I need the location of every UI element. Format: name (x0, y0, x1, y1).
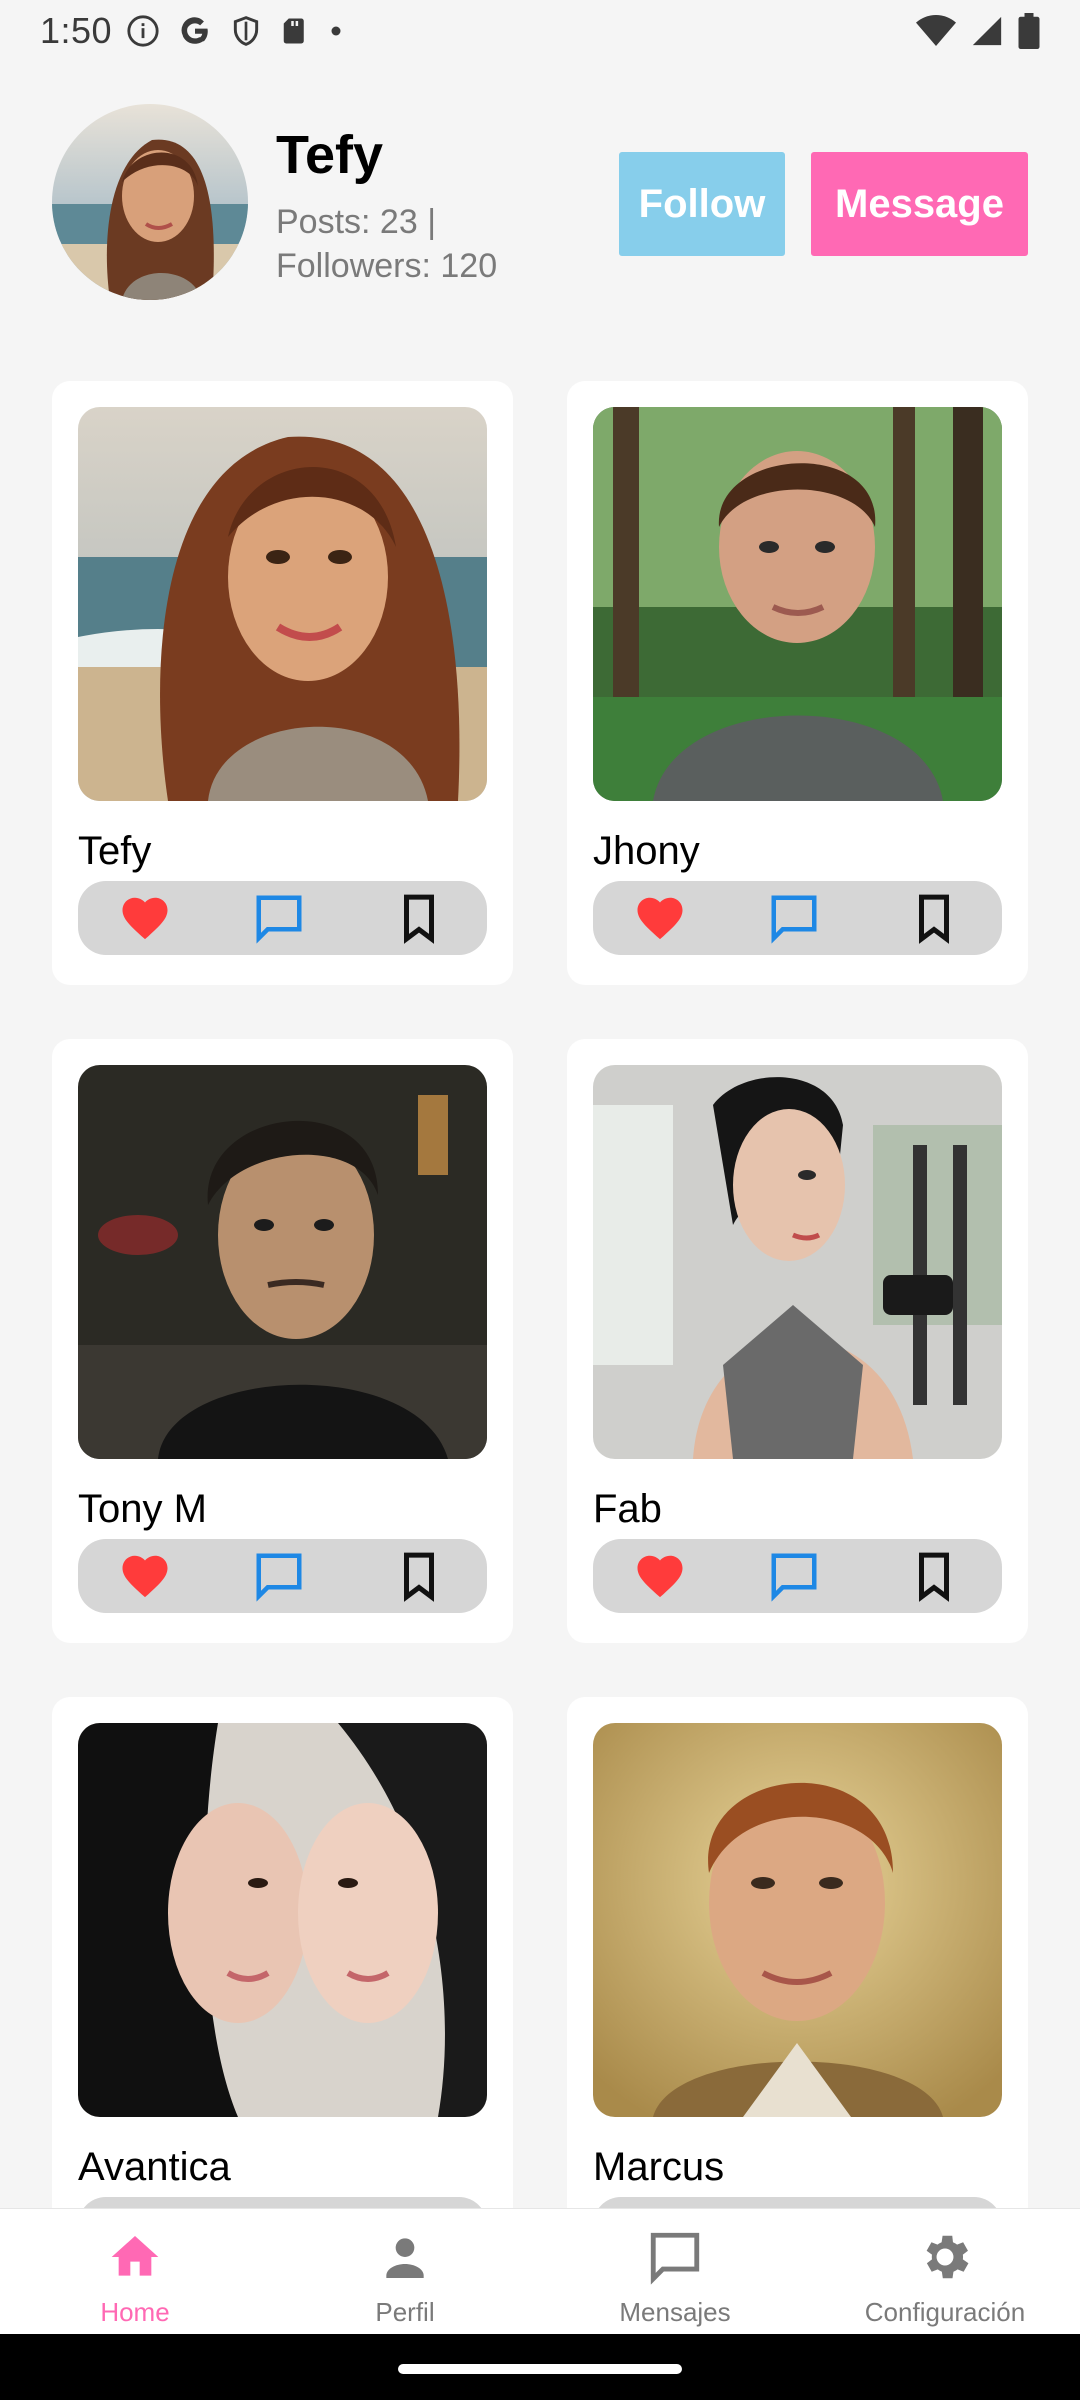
post-card[interactable]: Fab (567, 1039, 1028, 1643)
follow-button[interactable]: Follow (619, 152, 785, 256)
post-author-name: Fab (593, 1487, 662, 1531)
post-photo[interactable] (593, 407, 1002, 801)
heart-icon (637, 1555, 683, 1598)
post-photo[interactable] (78, 1723, 487, 2117)
message-button[interactable]: Message (811, 152, 1028, 256)
comment-button[interactable] (252, 1549, 306, 1603)
comment-button[interactable] (252, 891, 306, 945)
heart-icon (122, 1555, 168, 1598)
chat-icon (650, 2232, 700, 2285)
info-icon (127, 15, 159, 47)
comment-button[interactable] (767, 1549, 821, 1603)
nav-label-configuracion: Configuración (864, 2297, 1026, 2327)
shield-icon (233, 16, 259, 46)
system-gesture-bar (0, 2334, 1080, 2400)
nav-label-perfil: Perfil (375, 2297, 435, 2327)
post-card[interactable]: Tony M (52, 1039, 513, 1643)
home-icon (111, 2236, 159, 2276)
profile-header: Tefy Posts: 23 | Followers: 120 Follow M… (52, 104, 1028, 304)
post-author-name: Tony M (78, 1487, 207, 1531)
bookmark-icon (919, 894, 949, 944)
signal-icon (972, 16, 1002, 46)
google-icon (181, 17, 208, 44)
post-actions-bar (593, 1539, 1002, 1613)
nav-item-home[interactable]: Home (0, 2209, 270, 2334)
bookmark-icon (919, 1552, 949, 1602)
post-photo[interactable] (593, 1065, 1002, 1459)
like-button[interactable] (118, 891, 172, 945)
bookmark-button[interactable] (392, 891, 446, 945)
status-icons-right (916, 13, 1040, 49)
home-indicator[interactable] (398, 2364, 682, 2374)
status-time: 1:50 (40, 10, 113, 51)
like-button[interactable] (633, 1549, 687, 1603)
nav-label-mensajes: Mensajes (619, 2297, 731, 2327)
nav-label-home: Home (100, 2297, 170, 2327)
post-card[interactable]: Jhony (567, 381, 1028, 985)
bookmark-icon (404, 894, 434, 944)
post-actions-bar (593, 881, 1002, 955)
bookmark-button[interactable] (392, 1549, 446, 1603)
bottom-navigation: Home Perfil Mensajes Configuración (0, 2208, 1080, 2334)
post-author-name: Marcus (593, 2145, 725, 2189)
sd-card-icon (283, 18, 304, 44)
bookmark-button[interactable] (907, 891, 961, 945)
person-icon (386, 2238, 424, 2278)
status-icons-left (126, 14, 344, 48)
post-photo[interactable] (78, 1065, 487, 1459)
nav-item-perfil[interactable]: Perfil (270, 2209, 540, 2334)
post-photo[interactable] (593, 1723, 1002, 2117)
bookmark-icon (404, 1552, 434, 1602)
post-photo[interactable] (78, 407, 487, 801)
gear-icon (926, 2235, 969, 2279)
post-author-name: Jhony (593, 829, 700, 873)
nav-item-configuracion[interactable]: Configuración (810, 2209, 1080, 2334)
post-author-name: Tefy (78, 829, 152, 873)
like-button[interactable] (633, 891, 687, 945)
avatar[interactable] (52, 104, 248, 300)
post-actions-bar (78, 1539, 487, 1613)
like-button[interactable] (118, 1549, 172, 1603)
dot-icon (331, 26, 341, 36)
comment-button[interactable] (767, 891, 821, 945)
comment-icon (771, 895, 817, 944)
profile-stats: Posts: 23 | Followers: 120 (276, 203, 498, 285)
post-actions-bar (78, 881, 487, 955)
wifi-icon (916, 15, 956, 46)
comment-icon (256, 895, 302, 944)
heart-icon (122, 897, 168, 940)
comment-icon (256, 1553, 302, 1602)
profile-name: Tefy (276, 125, 384, 185)
heart-icon (637, 897, 683, 940)
post-card[interactable]: Tefy (52, 381, 513, 985)
status-bar: 1:50 (0, 0, 1080, 62)
bookmark-button[interactable] (907, 1549, 961, 1603)
comment-icon (771, 1553, 817, 1602)
nav-item-mensajes[interactable]: Mensajes (540, 2209, 810, 2334)
post-author-name: Avantica (78, 2145, 231, 2189)
battery-icon (1018, 13, 1040, 49)
